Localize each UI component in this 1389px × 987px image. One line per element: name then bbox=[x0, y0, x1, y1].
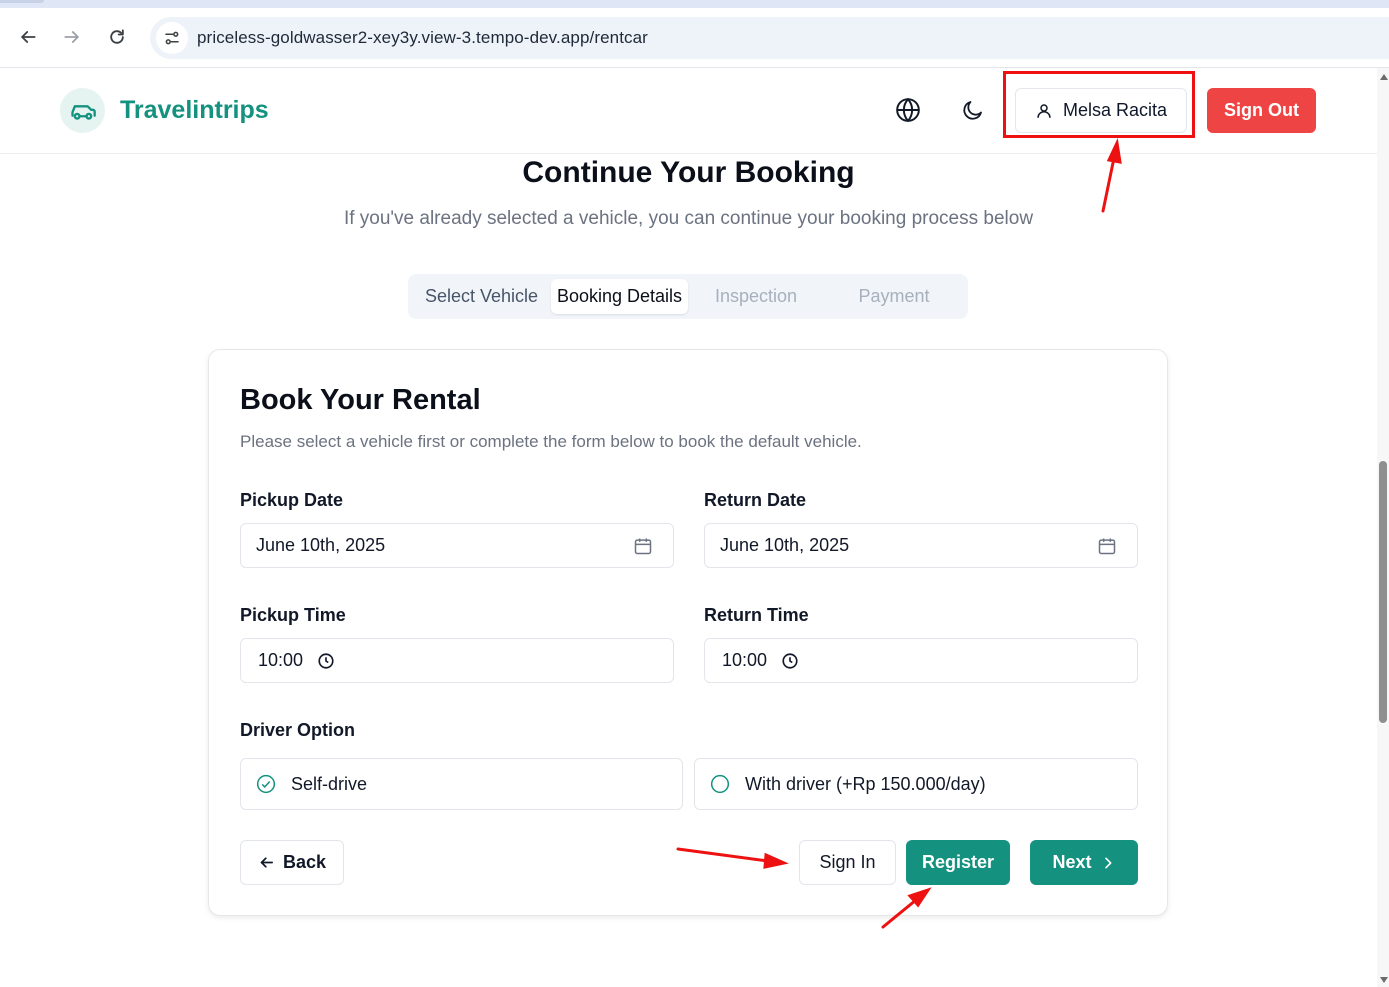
driver-option-label: Driver Option bbox=[240, 720, 356, 740]
register-button[interactable]: Register bbox=[906, 840, 1010, 885]
address-bar[interactable]: priceless-goldwasser2-xey3y.view-3.tempo… bbox=[150, 17, 1389, 59]
pickup-time-field[interactable]: 10:00 bbox=[240, 638, 674, 683]
driver-option-self-drive-label: Self-drive bbox=[291, 773, 368, 794]
form-description: Please select a vehicle first or complet… bbox=[240, 432, 862, 451]
globe-icon[interactable] bbox=[894, 96, 922, 124]
chevron-right-icon bbox=[1104, 857, 1111, 868]
arrow-left-icon bbox=[260, 857, 274, 868]
driver-option-with-driver-label: With driver (+Rp 150.000/day) bbox=[745, 773, 986, 794]
annotation-highlight-box bbox=[1003, 71, 1195, 138]
return-time-value: 10:00 bbox=[722, 650, 768, 670]
scroll-up-arrow-icon[interactable] bbox=[1380, 74, 1388, 80]
booking-steps: Select Vehicle Booking Details Inspectio… bbox=[408, 274, 968, 319]
sign-in-button[interactable]: Sign In bbox=[799, 840, 896, 885]
step-booking-details[interactable]: Booking Details bbox=[551, 279, 688, 314]
calendar-icon bbox=[1098, 538, 1116, 555]
radio-checked-icon[interactable] bbox=[256, 774, 276, 794]
pickup-date-field[interactable]: June 10th, 2025 bbox=[240, 523, 674, 568]
next-button[interactable]: Next bbox=[1030, 840, 1138, 885]
return-time-label: Return Time bbox=[704, 605, 809, 625]
page-title: Continue Your Booking bbox=[522, 156, 855, 189]
forward-arrow-icon[interactable] bbox=[59, 24, 85, 50]
pickup-time-label: Pickup Time bbox=[240, 605, 346, 625]
back-button-label: Back bbox=[282, 852, 327, 872]
booking-form-card: Book Your Rental Please select a vehicle… bbox=[208, 349, 1168, 916]
back-button[interactable]: Back bbox=[240, 840, 344, 885]
step-payment[interactable]: Payment bbox=[833, 279, 955, 314]
url-text: priceless-goldwasser2-xey3y.view-3.tempo… bbox=[197, 28, 648, 47]
pickup-date-label: Pickup Date bbox=[240, 490, 344, 510]
calendar-icon bbox=[634, 538, 652, 555]
browser-tab-strip bbox=[0, 0, 1389, 8]
driver-option-self-drive[interactable]: Self-drive bbox=[240, 758, 683, 810]
form-title: Book Your Rental bbox=[240, 384, 481, 416]
clock-icon[interactable] bbox=[317, 652, 335, 670]
return-date-value: June 10th, 2025 bbox=[720, 535, 850, 555]
page-scrollbar[interactable] bbox=[1377, 68, 1389, 987]
pickup-time-value: 10:00 bbox=[258, 650, 304, 670]
site-settings-icon[interactable] bbox=[156, 22, 188, 54]
page-subtitle: If you've already selected a vehicle, yo… bbox=[343, 208, 1034, 229]
next-button-label: Next bbox=[1052, 852, 1092, 872]
moon-icon[interactable] bbox=[959, 96, 987, 124]
reload-icon[interactable] bbox=[104, 24, 130, 50]
pickup-date-value: June 10th, 2025 bbox=[256, 535, 386, 555]
brand-name[interactable]: Travelintrips bbox=[120, 96, 269, 125]
scroll-thumb[interactable] bbox=[1379, 461, 1387, 723]
back-arrow-icon[interactable] bbox=[15, 24, 41, 50]
car-icon[interactable] bbox=[60, 88, 105, 133]
sign-out-button[interactable]: Sign Out bbox=[1207, 88, 1316, 133]
radio-unchecked-icon[interactable] bbox=[710, 774, 730, 794]
return-date-field[interactable]: June 10th, 2025 bbox=[704, 523, 1138, 568]
step-select-vehicle[interactable]: Select Vehicle bbox=[418, 279, 545, 314]
clock-icon[interactable] bbox=[781, 652, 799, 670]
return-date-label: Return Date bbox=[704, 490, 807, 510]
browser-toolbar: priceless-goldwasser2-xey3y.view-3.tempo… bbox=[0, 8, 1389, 68]
scroll-down-arrow-icon[interactable] bbox=[1380, 977, 1388, 983]
step-inspection[interactable]: Inspection bbox=[695, 279, 817, 314]
driver-option-with-driver[interactable]: With driver (+Rp 150.000/day) bbox=[694, 758, 1138, 810]
return-time-field[interactable]: 10:00 bbox=[704, 638, 1138, 683]
